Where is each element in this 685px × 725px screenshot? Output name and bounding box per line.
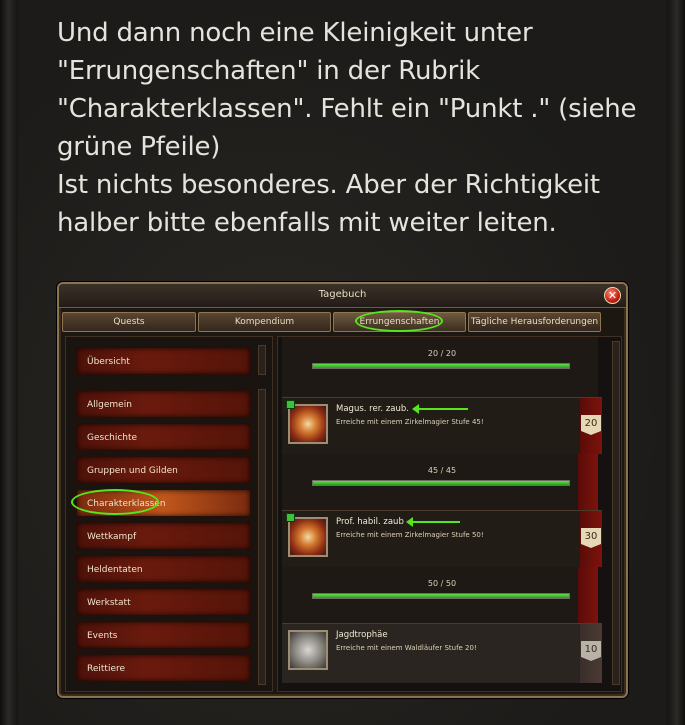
- sidebar-item-geschichte[interactable]: Geschichte: [76, 423, 251, 451]
- progress-label: 50 / 50: [427, 579, 457, 588]
- progress-label: 20 / 20: [427, 349, 457, 358]
- achievement-list: 20 / 20 Magus. rer. zaub. Erreiche mit e…: [277, 336, 622, 692]
- scrollbar[interactable]: [258, 345, 266, 375]
- sidebar-item-allgemein[interactable]: Allgemein: [76, 390, 251, 418]
- post-message: Und dann noch eine Kleinigkeit unter "Er…: [57, 14, 657, 242]
- progress-bar: [312, 593, 570, 599]
- message-line: "Errungenschaften" in der Rubrik: [57, 56, 480, 86]
- annotation-arrow: [412, 404, 468, 414]
- points-badge: 30: [581, 528, 601, 548]
- close-icon[interactable]: ✕: [604, 287, 621, 304]
- band-red: [578, 454, 598, 510]
- points-badge: 20: [581, 415, 601, 435]
- progress-label: 45 / 45: [427, 466, 457, 475]
- magic-circle-icon: [288, 404, 328, 444]
- window-titlebar: Tagebuch ✕: [59, 284, 626, 308]
- progress-band: 20 / 20: [282, 337, 598, 397]
- message-line: "Charakterklassen". Fehlt ein "Punkt ." …: [57, 94, 637, 124]
- left-border: [0, 0, 18, 725]
- progress-band: 50 / 50: [282, 567, 598, 623]
- achievement-title: Magus. rer. zaub.: [336, 404, 409, 414]
- points-ribbon: 10: [580, 624, 602, 683]
- annotation-ring: [355, 310, 443, 332]
- points-badge: 10: [581, 641, 601, 661]
- tab-label: Quests: [113, 317, 145, 327]
- message-line: Ist nichts besonderes. Aber der Richtigk…: [57, 170, 600, 200]
- trophy-skull-icon: [288, 630, 328, 670]
- message-line: grüne Pfeile): [57, 132, 221, 162]
- sidebar-item-uebersicht[interactable]: Übersicht: [76, 347, 251, 375]
- band-red: [578, 567, 598, 623]
- achievement-title: Jagdtrophäe: [336, 630, 388, 640]
- tab-quests[interactable]: Quests: [62, 312, 196, 332]
- message-line: Und dann noch eine Kleinigkeit unter: [57, 18, 533, 48]
- category-sidebar: Übersicht Allgemein Geschichte Gruppen u…: [65, 336, 273, 692]
- achievement-title: Prof. habil. zaub: [336, 517, 404, 527]
- sidebar-item-gruppen-und-gilden[interactable]: Gruppen und Gilden: [76, 456, 251, 484]
- points-ribbon: 20: [580, 398, 602, 454]
- magic-circle-icon: [288, 517, 328, 557]
- achievement-item[interactable]: Jagdtrophäe Erreiche mit einem Waldläufe…: [282, 623, 602, 683]
- tab-label: Tägliche Herausforderungen: [470, 317, 599, 327]
- achievement-description: Erreiche mit einem Zirkelmagier Stufe 50…: [336, 531, 484, 539]
- window-title: Tagebuch: [318, 289, 367, 300]
- points-ribbon: 30: [580, 511, 602, 567]
- sidebar-item-events[interactable]: Events: [76, 621, 251, 649]
- sidebar-item-heldentaten[interactable]: Heldentaten: [76, 555, 251, 583]
- sidebar-item-werkstatt[interactable]: Werkstatt: [76, 588, 251, 616]
- progress-bar: [312, 363, 570, 369]
- scrollbar[interactable]: [258, 389, 266, 685]
- sidebar-item-reittiere[interactable]: Reittiere: [76, 654, 251, 682]
- tab-kompendium[interactable]: Kompendium: [198, 312, 331, 332]
- tab-taegliche-herausforderungen[interactable]: Tägliche Herausforderungen: [468, 312, 601, 332]
- tab-label: Kompendium: [234, 317, 295, 327]
- right-border: [667, 0, 685, 725]
- progress-band: 45 / 45: [282, 454, 598, 510]
- annotation-ring: [71, 489, 159, 515]
- annotation-arrow: [406, 517, 460, 527]
- message-line: halber bitte ebenfalls mit weiter leiten…: [57, 208, 557, 238]
- scrollbar[interactable]: [612, 341, 620, 685]
- progress-bar: [312, 480, 570, 486]
- sidebar-item-wettkampf[interactable]: Wettkampf: [76, 522, 251, 550]
- achievement-description: Erreiche mit einem Waldläufer Stufe 20!: [336, 644, 477, 652]
- achievement-item[interactable]: Prof. habil. zaub Erreiche mit einem Zir…: [282, 510, 602, 567]
- achievement-description: Erreiche mit einem Zirkelmagier Stufe 45…: [336, 418, 484, 426]
- achievement-item[interactable]: Magus. rer. zaub. Erreiche mit einem Zir…: [282, 397, 602, 454]
- check-icon: [286, 513, 295, 522]
- game-screenshot: Tagebuch ✕ Quests Kompendium Errungensch…: [57, 282, 628, 698]
- check-icon: [286, 400, 295, 409]
